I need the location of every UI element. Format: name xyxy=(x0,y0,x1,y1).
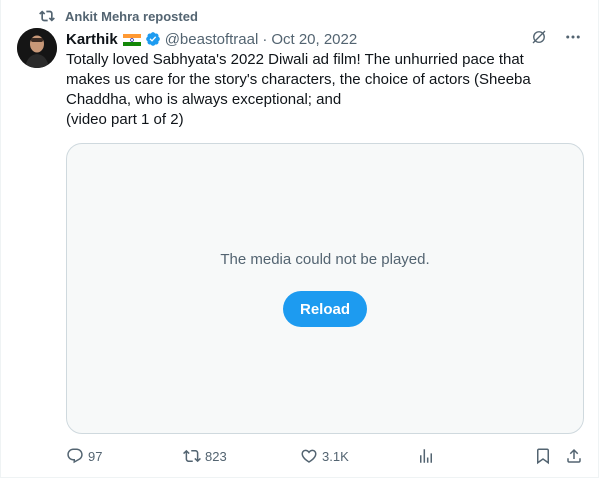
repost-icon xyxy=(183,449,201,463)
author-name[interactable]: Karthik xyxy=(66,31,118,48)
post-text: Totally loved Sabhyata's 2022 Diwali ad … xyxy=(66,50,576,130)
post-card[interactable]: Ankit Mehra reposted Karthik @beastoftra… xyxy=(0,0,599,478)
reload-button[interactable]: Reload xyxy=(283,291,367,327)
more-icon[interactable] xyxy=(564,28,582,46)
repost-icon xyxy=(39,8,55,24)
india-flag-icon xyxy=(122,33,141,46)
verified-badge-icon[interactable] xyxy=(145,31,161,47)
views-button[interactable] xyxy=(417,444,435,468)
bookmark-button[interactable] xyxy=(534,444,552,468)
views-icon xyxy=(420,449,432,463)
like-button[interactable]: 3.1K xyxy=(300,444,349,468)
like-icon xyxy=(301,449,317,463)
post-text-line: Totally loved Sabhyata's 2022 Diwali ad … xyxy=(66,51,524,68)
post-text-line: Chaddha, who is always exceptional; and xyxy=(66,91,342,108)
repost-indicator[interactable]: Ankit Mehra reposted xyxy=(39,6,198,26)
share-button[interactable] xyxy=(565,444,583,468)
reply-count: 97 xyxy=(88,448,103,464)
like-count: 3.1K xyxy=(322,448,349,464)
avatar[interactable] xyxy=(17,28,57,68)
post-header: Karthik @beastoftraal · Oct 20, 2022 xyxy=(66,28,582,50)
reply-icon xyxy=(67,448,83,464)
post-text-line: (video part 1 of 2) xyxy=(66,111,184,128)
repost-button[interactable]: 823 xyxy=(183,444,227,468)
post-date[interactable]: Oct 20, 2022 xyxy=(271,31,357,48)
post-text-line: makes us care for the story's characters… xyxy=(66,71,531,88)
grok-icon[interactable] xyxy=(530,28,548,46)
repost-label: Ankit Mehra reposted xyxy=(65,8,198,24)
author-handle[interactable]: @beastoftraal xyxy=(165,31,259,48)
reply-button[interactable]: 97 xyxy=(66,444,102,468)
bookmark-icon xyxy=(537,448,549,465)
separator-dot: · xyxy=(262,30,268,48)
media-player[interactable]: The media could not be played. Reload xyxy=(66,143,584,434)
media-error-message: The media could not be played. xyxy=(220,251,430,268)
action-bar: 97 823 3.1K xyxy=(66,444,586,468)
share-icon xyxy=(567,448,581,463)
repost-count: 823 xyxy=(205,448,227,464)
